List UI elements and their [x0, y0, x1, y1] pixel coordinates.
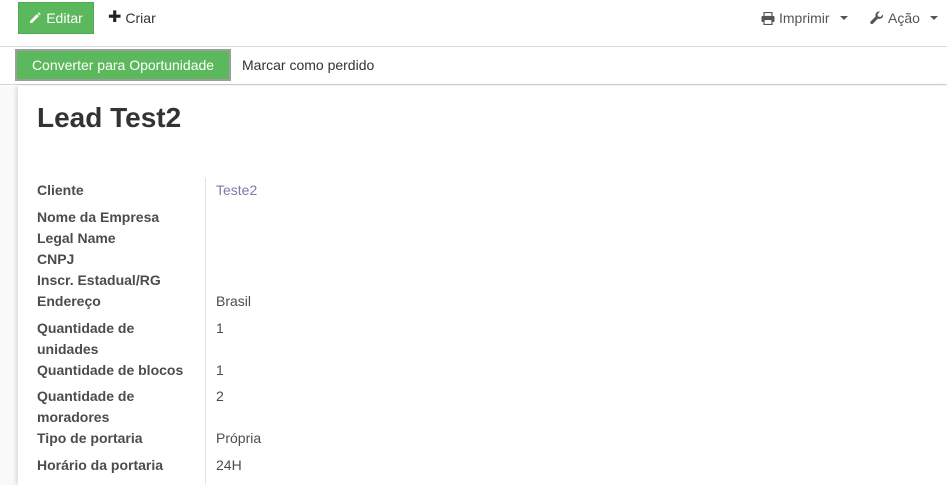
field-row-nome-empresa: Nome da Empresa — [37, 207, 205, 228]
record-title: Lead Test2 — [37, 102, 182, 133]
plus-icon: ✚ — [108, 9, 122, 26]
edit-button[interactable]: Editar — [18, 2, 94, 34]
convert-to-opportunity-button[interactable]: Converter para Oportunidade — [15, 49, 231, 81]
field-label: Horário da portaria — [37, 457, 164, 473]
edit-button-label: Editar — [46, 10, 83, 26]
print-dropdown[interactable]: Imprimir — [761, 2, 848, 34]
field-label: Inscr. Estadual/RG — [37, 272, 161, 288]
field-row-inscr-estadual: Inscr. Estadual/RG — [37, 270, 205, 291]
field-label: Cliente — [37, 182, 84, 198]
field-label: Quantidade de unidades — [37, 320, 135, 357]
chevron-down-icon — [929, 16, 938, 20]
field-label: Nome da Empresa — [37, 209, 160, 225]
field-value: 2 — [216, 388, 224, 404]
field-value: 1 — [216, 320, 224, 336]
field-label: Legal Name — [37, 230, 116, 246]
field-label: Quantidade de blocos — [37, 362, 184, 378]
field-label: Endereço — [37, 293, 101, 309]
field-label: Quantidade de moradores — [37, 388, 135, 425]
field-row-quantidade-unidades: Quantidade de unidades 1 — [37, 318, 224, 360]
field-row-endereco: Endereço Brasil — [37, 291, 251, 312]
control-panel: Editar ✚ Criar Imprimir Ação — [0, 0, 947, 47]
action-label: Ação — [888, 10, 920, 26]
printer-icon — [761, 11, 775, 25]
field-label: CNPJ — [37, 251, 75, 267]
field-row-quantidade-blocos: Quantidade de blocos 1 — [37, 360, 224, 381]
print-label: Imprimir — [779, 10, 830, 26]
field-value: Brasil — [216, 293, 252, 309]
field-row-cliente: Cliente Teste2 — [37, 180, 257, 201]
field-value: Própria — [216, 430, 262, 446]
field-row-legal-name: Legal Name — [37, 228, 205, 249]
field-value-link[interactable]: Teste2 — [216, 180, 616, 201]
create-button[interactable]: ✚ Criar — [108, 2, 156, 34]
chevron-down-icon — [839, 16, 848, 20]
field-row-quantidade-moradores: Quantidade de moradores 2 — [37, 386, 224, 428]
create-button-label: Criar — [125, 10, 156, 26]
action-dropdown[interactable]: Ação — [870, 2, 938, 34]
statusbar: Converter para Oportunidade Marcar como … — [0, 47, 947, 85]
mark-lost-button[interactable]: Marcar como perdido — [242, 49, 374, 81]
field-row-tipo-portaria: Tipo de portaria Própria — [37, 428, 261, 449]
pencil-icon — [30, 12, 41, 23]
wrench-icon — [870, 11, 884, 25]
field-divider — [205, 178, 206, 485]
field-row-horario-portaria: Horário da portaria 24H — [37, 455, 242, 476]
field-label: Tipo de portaria — [37, 430, 143, 446]
field-row-cnpj: CNPJ — [37, 249, 205, 270]
field-value: 1 — [216, 362, 224, 378]
field-value: 24H — [216, 457, 242, 473]
